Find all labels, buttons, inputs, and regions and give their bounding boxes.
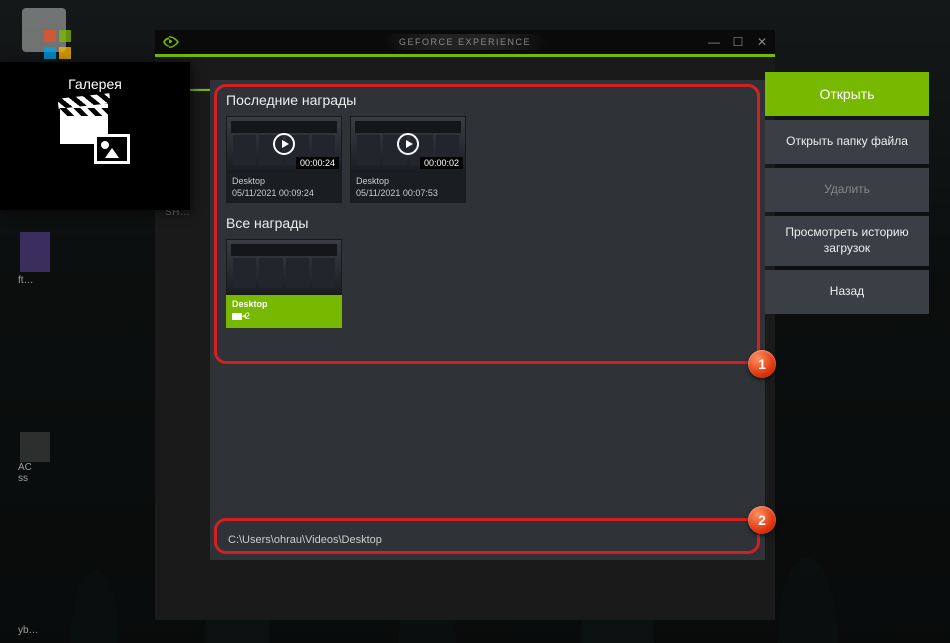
gallery-overlay-tile[interactable]: Галерея: [0, 62, 190, 210]
clip-name: Desktop: [232, 176, 336, 188]
duration-badge: 00:00:24: [296, 157, 339, 169]
annotation-badge-1: 1: [748, 350, 776, 378]
titlebar[interactable]: GEFORCE EXPERIENCE — ☐ ✕: [155, 30, 775, 54]
play-icon: [273, 133, 295, 155]
recent-thumbs: 00:00:24 Desktop 05/11/2021 00:09:24 00:…: [210, 116, 765, 203]
nvidia-logo-icon: [163, 34, 179, 50]
thumbnail-meta: Desktop 05/11/2021 00:09:24: [226, 172, 342, 203]
thumbnail-meta: Desktop 05/11/2021 00:07:53: [350, 172, 466, 203]
thumbnail-image: 00:00:02: [350, 116, 466, 172]
desktop-label: AC: [18, 462, 32, 473]
action-panel: Открыть Открыть папку файла Удалить Прос…: [765, 72, 929, 314]
desktop-shortcut[interactable]: [20, 232, 50, 272]
ms-tile: [44, 47, 56, 59]
maximize-button[interactable]: ☐: [731, 35, 745, 49]
ms-tile: [59, 47, 71, 59]
all-thumbs: Desktop 2: [210, 239, 765, 328]
clip-timestamp: 05/11/2021 00:09:24: [232, 188, 336, 200]
video-count: 2: [232, 311, 250, 323]
gallery-content-panel: Последние награды 00:00:24 Desktop 05/11…: [210, 80, 765, 560]
microsoft-store-icon[interactable]: [44, 30, 74, 60]
play-icon: [397, 133, 419, 155]
gallery-label: Галерея: [68, 76, 122, 92]
video-thumbnail[interactable]: 00:00:24 Desktop 05/11/2021 00:09:24: [226, 116, 342, 203]
gallery-icon: [60, 104, 130, 164]
folder-path: C:\Users\ohrau\Videos\Desktop: [228, 534, 382, 546]
view-history-button[interactable]: Просмотреть историю загрузок: [765, 216, 929, 266]
clip-timestamp: 05/11/2021 00:07:53: [356, 188, 460, 200]
open-folder-button[interactable]: Открыть папку файла: [765, 120, 929, 164]
duration-badge: 00:00:02: [420, 157, 463, 169]
ms-tile: [44, 30, 56, 42]
thumbnail-image: 00:00:24: [226, 116, 342, 172]
annotation-badge-2: 2: [748, 506, 776, 534]
ms-tile: [59, 30, 71, 42]
recent-section-title: Последние награды: [210, 80, 765, 116]
back-button[interactable]: Назад: [765, 270, 929, 314]
folder-thumbnail-selected[interactable]: Desktop 2: [226, 239, 342, 328]
minimize-button[interactable]: —: [707, 35, 721, 49]
desktop-label: ss: [18, 473, 28, 484]
desktop-label: ft…: [18, 275, 34, 286]
thumbnail-meta-selected: Desktop 2: [226, 295, 342, 328]
desktop-label: yb…: [18, 625, 39, 636]
close-button[interactable]: ✕: [755, 35, 769, 49]
thumbnail-image: [226, 239, 342, 295]
photo-icon: [94, 134, 130, 164]
camera-icon: [232, 313, 242, 320]
folder-name: Desktop: [232, 299, 336, 311]
video-thumbnail[interactable]: 00:00:02 Desktop 05/11/2021 00:07:53: [350, 116, 466, 203]
desktop-shortcut[interactable]: [20, 432, 50, 462]
open-button[interactable]: Открыть: [765, 72, 929, 116]
clip-name: Desktop: [356, 176, 460, 188]
delete-button[interactable]: Удалить: [765, 168, 929, 212]
window-title: GEFORCE EXPERIENCE: [380, 30, 550, 54]
all-section-title: Все награды: [210, 203, 765, 239]
